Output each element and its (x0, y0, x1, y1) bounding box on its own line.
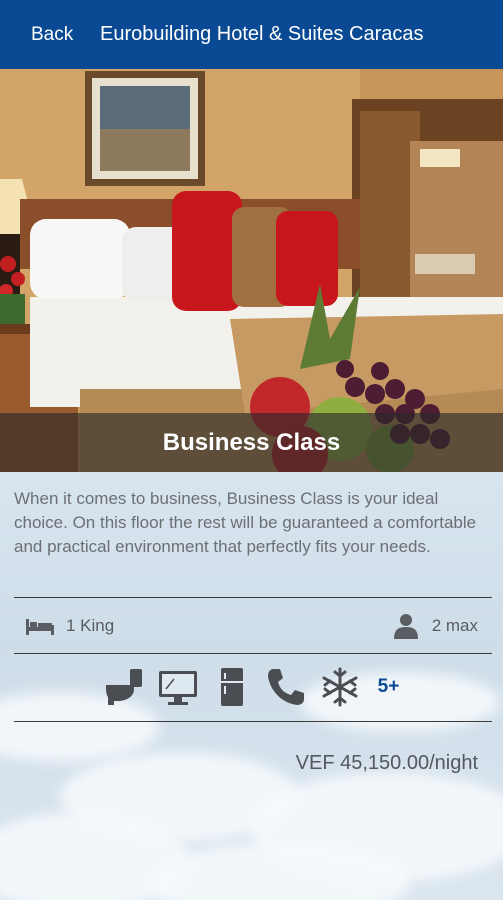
room-info-row: 1 King 2 max (14, 603, 492, 649)
amenities-row: 5+ (0, 662, 503, 712)
bed-info: 1 King (26, 616, 114, 636)
bed-label: 1 King (66, 616, 115, 635)
person-icon (393, 613, 419, 639)
divider (14, 653, 492, 654)
more-amenities-badge[interactable]: 5+ (378, 676, 400, 698)
monitor-icon (158, 667, 198, 707)
divider (14, 597, 492, 598)
room-description: When it comes to business, Business Clas… (14, 489, 477, 556)
fridge-icon (212, 667, 252, 707)
guests-info: 2 max (393, 613, 478, 639)
divider (14, 721, 492, 722)
page-title: Eurobuilding Hotel & Suites Caracas (100, 23, 424, 45)
room-photo-illustration (0, 69, 503, 472)
max-guests-label: 2 max (431, 616, 478, 635)
nav-bar: Back Eurobuilding Hotel & Suites Caracas (0, 0, 503, 69)
room-title-band: Business Class (0, 413, 503, 472)
snowflake-icon (320, 667, 360, 707)
room-title: Business Class (162, 428, 341, 456)
back-button[interactable]: Back (31, 24, 97, 46)
bed-icon (26, 617, 54, 635)
bathroom-icon (104, 667, 144, 707)
room-photo: Business Class (0, 69, 503, 472)
phone-icon (266, 667, 306, 707)
price-label: VEF 45,150.00/night (295, 752, 478, 774)
